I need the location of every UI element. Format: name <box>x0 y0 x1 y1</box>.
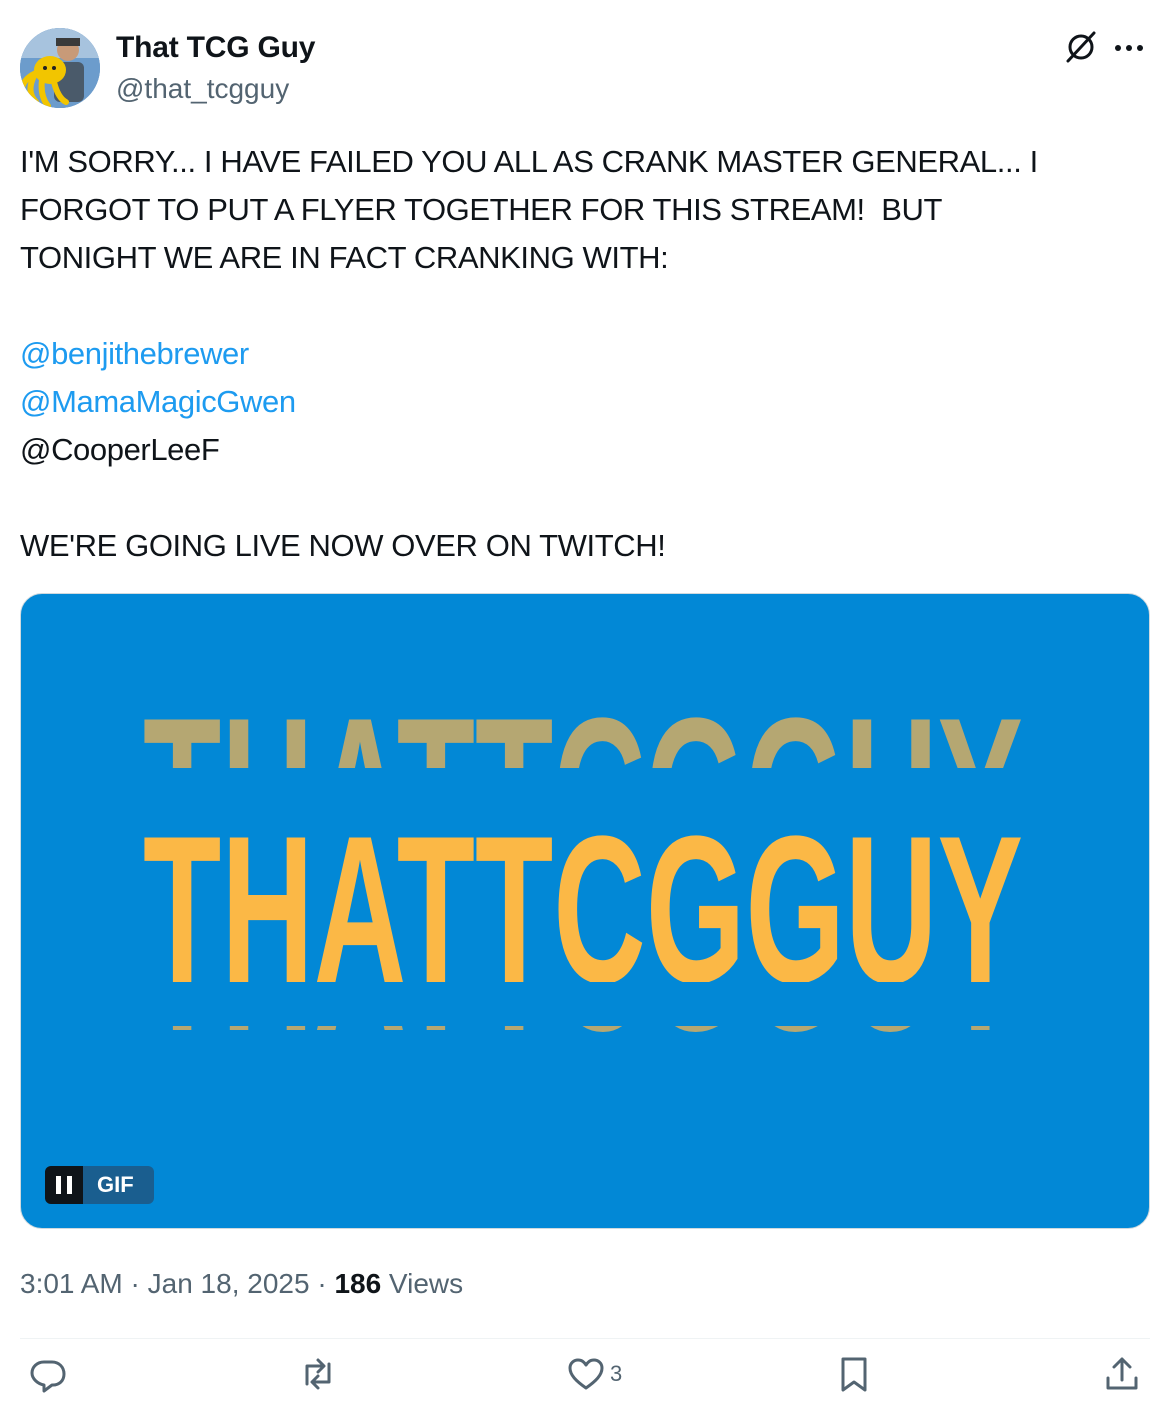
post-line: FORGOT TO PUT A FLYER TOGETHER FOR THIS … <box>20 192 942 227</box>
post-text: I'M SORRY... I HAVE FAILED YOU ALL AS CR… <box>20 138 1150 570</box>
mention-benjithebrewer[interactable]: @benjithebrewer <box>20 330 1150 378</box>
wordmark-text: THATTCGGUY <box>143 792 1023 1027</box>
meta-separator: · <box>309 1268 335 1299</box>
gif-badge[interactable]: GIF <box>45 1166 154 1204</box>
post-line: WE'RE GOING LIVE NOW OVER ON TWITCH! <box>20 528 666 563</box>
share-button[interactable] <box>1102 1342 1142 1406</box>
grok-icon[interactable] <box>1064 30 1098 64</box>
heart-icon <box>568 1358 604 1390</box>
gif-label: GIF <box>83 1166 154 1204</box>
more-icon[interactable] <box>1112 38 1146 58</box>
divider <box>20 1338 1150 1339</box>
views-count: 186 <box>334 1268 382 1299</box>
post-line: I'M SORRY... I HAVE FAILED YOU ALL AS CR… <box>20 144 1038 179</box>
mention-mamamagicgwen[interactable]: @MamaMagicGwen <box>20 378 1150 426</box>
like-count: 3 <box>610 1361 623 1386</box>
bookmark-icon <box>841 1357 867 1392</box>
post-meta: 3:01 AM · Jan 18, 2025 · 186 Views <box>20 1264 463 1304</box>
post-time[interactable]: 3:01 AM <box>20 1268 123 1299</box>
pause-icon[interactable] <box>45 1166 83 1204</box>
reply-button[interactable] <box>28 1342 68 1406</box>
bookmark-button[interactable] <box>834 1342 874 1406</box>
like-button[interactable]: 3 <box>566 1342 622 1406</box>
gif-media[interactable]: THATTCGGUY THATTCGGUY THATTCGGUY THATTCG… <box>20 593 1150 1229</box>
post-date[interactable]: Jan 18, 2025 <box>148 1268 310 1299</box>
mention-cooperleef: @CooperLeeF <box>20 432 220 467</box>
meta-separator: · <box>122 1268 148 1299</box>
reply-icon <box>30 1360 66 1393</box>
post-line: TONIGHT WE ARE IN FACT CRANKING WITH: <box>20 240 669 275</box>
author-name[interactable]: That TCG Guy <box>116 30 315 66</box>
author-handle[interactable]: @that_tcgguy <box>116 72 289 106</box>
repost-icon <box>305 1358 331 1390</box>
share-icon <box>1106 1357 1138 1390</box>
views-label: Views <box>381 1268 464 1299</box>
thattcgguy-wordmark-art: THATTCGGUY THATTCGGUY THATTCGGUY THATTCG… <box>143 696 1023 1074</box>
avatar[interactable] <box>20 28 100 108</box>
repost-button[interactable] <box>298 1342 338 1406</box>
